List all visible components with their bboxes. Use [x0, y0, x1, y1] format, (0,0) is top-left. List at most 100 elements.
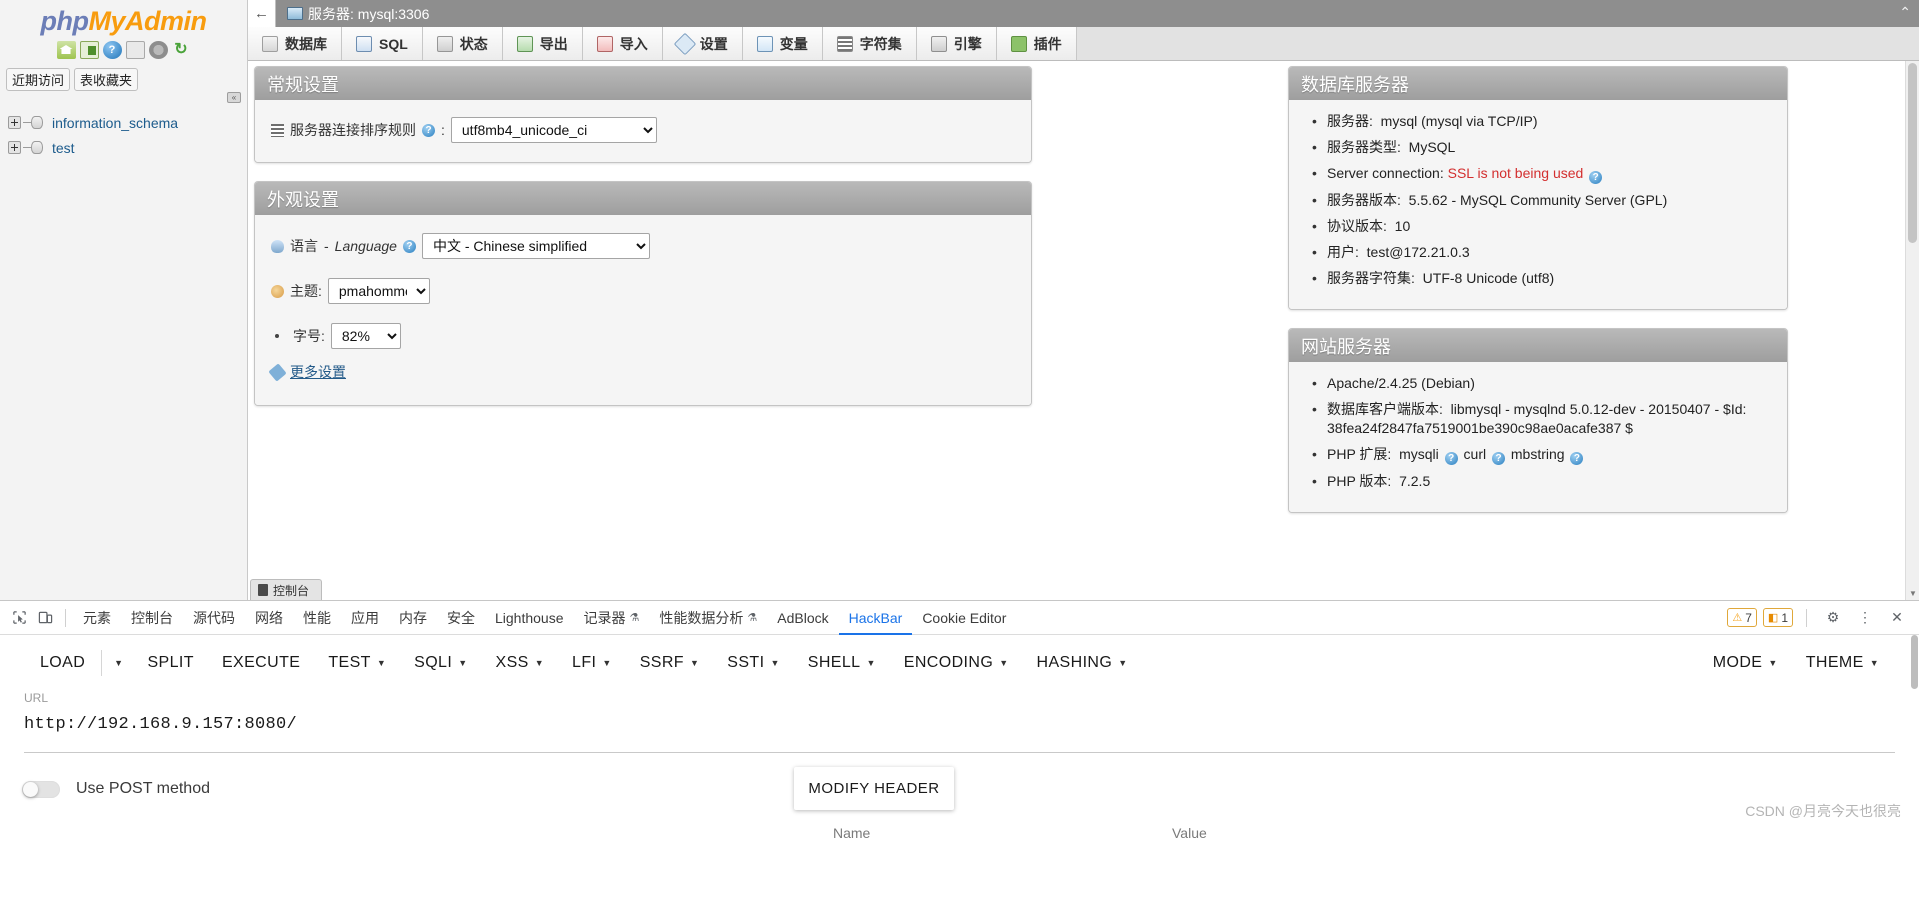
tab-import[interactable]: 导入: [582, 27, 663, 60]
tab-variables[interactable]: 变量: [742, 27, 823, 60]
lfi-button[interactable]: LFI ▼: [558, 644, 626, 682]
kebab-menu-icon[interactable]: ⋮: [1852, 605, 1878, 631]
tab-export[interactable]: 导出: [502, 27, 583, 60]
tab-databases[interactable]: 数据库: [248, 27, 342, 60]
devtools-tab-console[interactable]: 控制台: [121, 601, 183, 635]
devtools-tab-memory[interactable]: 内存: [389, 601, 437, 635]
item-label: 服务器字符集:: [1327, 270, 1415, 286]
ssrf-button[interactable]: SSRF ▼: [626, 644, 714, 682]
devtools-tab-security[interactable]: 安全: [437, 601, 485, 635]
fontsize-select[interactable]: 82%: [330, 323, 401, 349]
devtools-tab-hackbar[interactable]: HackBar: [839, 601, 913, 635]
devtools-tab-performance-insights[interactable]: 性能数据分析 ⚗: [649, 601, 767, 635]
help-icon[interactable]: ?: [1492, 452, 1505, 465]
devtools-tab-network[interactable]: 网络: [245, 601, 293, 635]
encoding-button[interactable]: ENCODING ▼: [890, 644, 1023, 682]
database-server-title: 数据库服务器: [1289, 67, 1787, 100]
url-input[interactable]: http://192.168.9.157:8080/: [24, 715, 1895, 734]
docs-icon[interactable]: [125, 41, 145, 59]
expand-icon[interactable]: [8, 141, 21, 154]
execute-button[interactable]: EXECUTE: [208, 644, 314, 682]
back-button[interactable]: ←: [248, 0, 276, 27]
language-dash: -: [324, 238, 329, 254]
item-value: MySQL: [1408, 139, 1456, 155]
test-button[interactable]: TEST ▼: [314, 644, 400, 682]
ssti-button[interactable]: SSTI ▼: [713, 644, 793, 682]
chevron-down-icon: ▼: [999, 658, 1009, 668]
refresh-icon[interactable]: ↻: [172, 41, 191, 59]
web-server-panel: 网站服务器 Apache/2.4.25 (Debian) 数据库客户端版本: l…: [1288, 328, 1788, 513]
tab-label: Lighthouse: [495, 609, 564, 626]
devtools-tab-performance[interactable]: 性能: [293, 601, 341, 635]
pma-content: 常规设置 服务器连接排序规则 ? : utf8mb4_unicode_ci 外观…: [248, 61, 1919, 600]
sqli-button[interactable]: SQLI ▼: [400, 644, 481, 682]
help-icon[interactable]: ?: [1570, 452, 1584, 465]
home-icon[interactable]: [56, 41, 76, 59]
help-icon[interactable]: ?: [1589, 171, 1603, 184]
theme-button[interactable]: THEME ▼: [1792, 644, 1893, 682]
close-icon[interactable]: ✕: [1884, 605, 1910, 631]
theme-select[interactable]: pmahomme: [327, 278, 430, 304]
scrollbar-thumb[interactable]: [1911, 635, 1918, 689]
scrollbar-thumb[interactable]: [1908, 63, 1917, 243]
header-column-value: Value: [1172, 825, 1207, 841]
load-button[interactable]: LOAD: [26, 644, 99, 682]
tree-item-information-schema[interactable]: information_schema: [8, 110, 240, 135]
hackbar-scrollbar[interactable]: [1910, 635, 1919, 902]
help-icon[interactable]: ?: [1444, 452, 1458, 465]
help-icon[interactable]: ?: [422, 123, 435, 137]
restore-window-icon[interactable]: ⌃: [1899, 4, 1911, 21]
shell-button[interactable]: SHELL ▼: [794, 644, 890, 682]
tab-sql[interactable]: SQL: [342, 27, 423, 60]
language-select[interactable]: 中文 - Chinese simplified: [421, 233, 650, 259]
inspect-element-icon[interactable]: [6, 605, 32, 631]
database-server-panel: 数据库服务器 服务器: mysql (mysql via TCP/IP) 服务器…: [1288, 66, 1788, 310]
more-settings-link[interactable]: 更多设置: [290, 362, 346, 382]
scroll-down-icon[interactable]: ▼: [1909, 589, 1917, 598]
favorite-tables-button[interactable]: 表收藏夹: [74, 68, 139, 91]
exit-icon[interactable]: [79, 41, 99, 59]
load-dropdown-button[interactable]: ▼: [104, 644, 133, 682]
wrench-icon: [268, 362, 287, 382]
list-item: Apache/2.4.25 (Debian): [1305, 374, 1771, 393]
tree-item-test[interactable]: test: [8, 135, 240, 160]
collapse-navigation-icon[interactable]: «: [227, 92, 241, 103]
devtools-tab-sources[interactable]: 源代码: [183, 601, 245, 635]
tab-label: 控制台: [131, 609, 173, 626]
xss-button[interactable]: XSS ▼: [482, 644, 559, 682]
tab-status[interactable]: 状态: [422, 27, 503, 60]
warnings-badge[interactable]: ⚠ 7: [1727, 608, 1757, 627]
recent-tables-button[interactable]: 近期访问: [6, 68, 71, 91]
issues-badge[interactable]: ◧ 1: [1762, 608, 1793, 627]
tab-charsets[interactable]: 字符集: [822, 27, 917, 60]
page-scrollbar[interactable]: ▼: [1905, 61, 1919, 600]
url-label: URL: [24, 691, 49, 705]
devtools-tab-application[interactable]: 应用: [341, 601, 389, 635]
tab-plugins[interactable]: 插件: [996, 27, 1077, 60]
help-icon[interactable]: ?: [402, 239, 416, 253]
help-icon[interactable]: ?: [102, 41, 122, 59]
use-post-toggle[interactable]: [22, 780, 60, 798]
tab-settings[interactable]: 设置: [662, 27, 743, 60]
theme-label: 主题:: [290, 283, 322, 299]
mode-button[interactable]: MODE ▼: [1699, 644, 1792, 682]
chevron-down-icon: ▼: [114, 658, 124, 668]
devtools-tab-cookie-editor[interactable]: Cookie Editor: [912, 601, 1016, 635]
devtools-tab-lighthouse[interactable]: Lighthouse: [485, 601, 574, 635]
collation-label: 服务器连接排序规则: [290, 122, 416, 138]
tab-engines[interactable]: 引擎: [916, 27, 997, 60]
expand-icon[interactable]: [8, 116, 21, 129]
console-tab[interactable]: 控制台: [250, 579, 322, 600]
devtools-tab-elements[interactable]: 元素: [73, 601, 121, 635]
devtools-tab-adblock[interactable]: AdBlock: [767, 601, 838, 635]
collation-select[interactable]: utf8mb4_unicode_ci: [450, 117, 657, 143]
settings-icon[interactable]: [148, 41, 168, 59]
phpmyadmin-logo[interactable]: phpMyAdmin: [0, 0, 247, 37]
hashing-button[interactable]: HASHING ▼: [1023, 644, 1142, 682]
modify-header-button[interactable]: MODIFY HEADER: [794, 767, 954, 810]
gear-icon[interactable]: ⚙: [1820, 605, 1846, 631]
language-label-cn: 语言: [290, 238, 318, 254]
toggle-device-toolbar-icon[interactable]: [32, 605, 58, 631]
split-button[interactable]: SPLIT: [133, 644, 207, 682]
devtools-tab-recorder[interactable]: 记录器 ⚗: [574, 601, 650, 635]
